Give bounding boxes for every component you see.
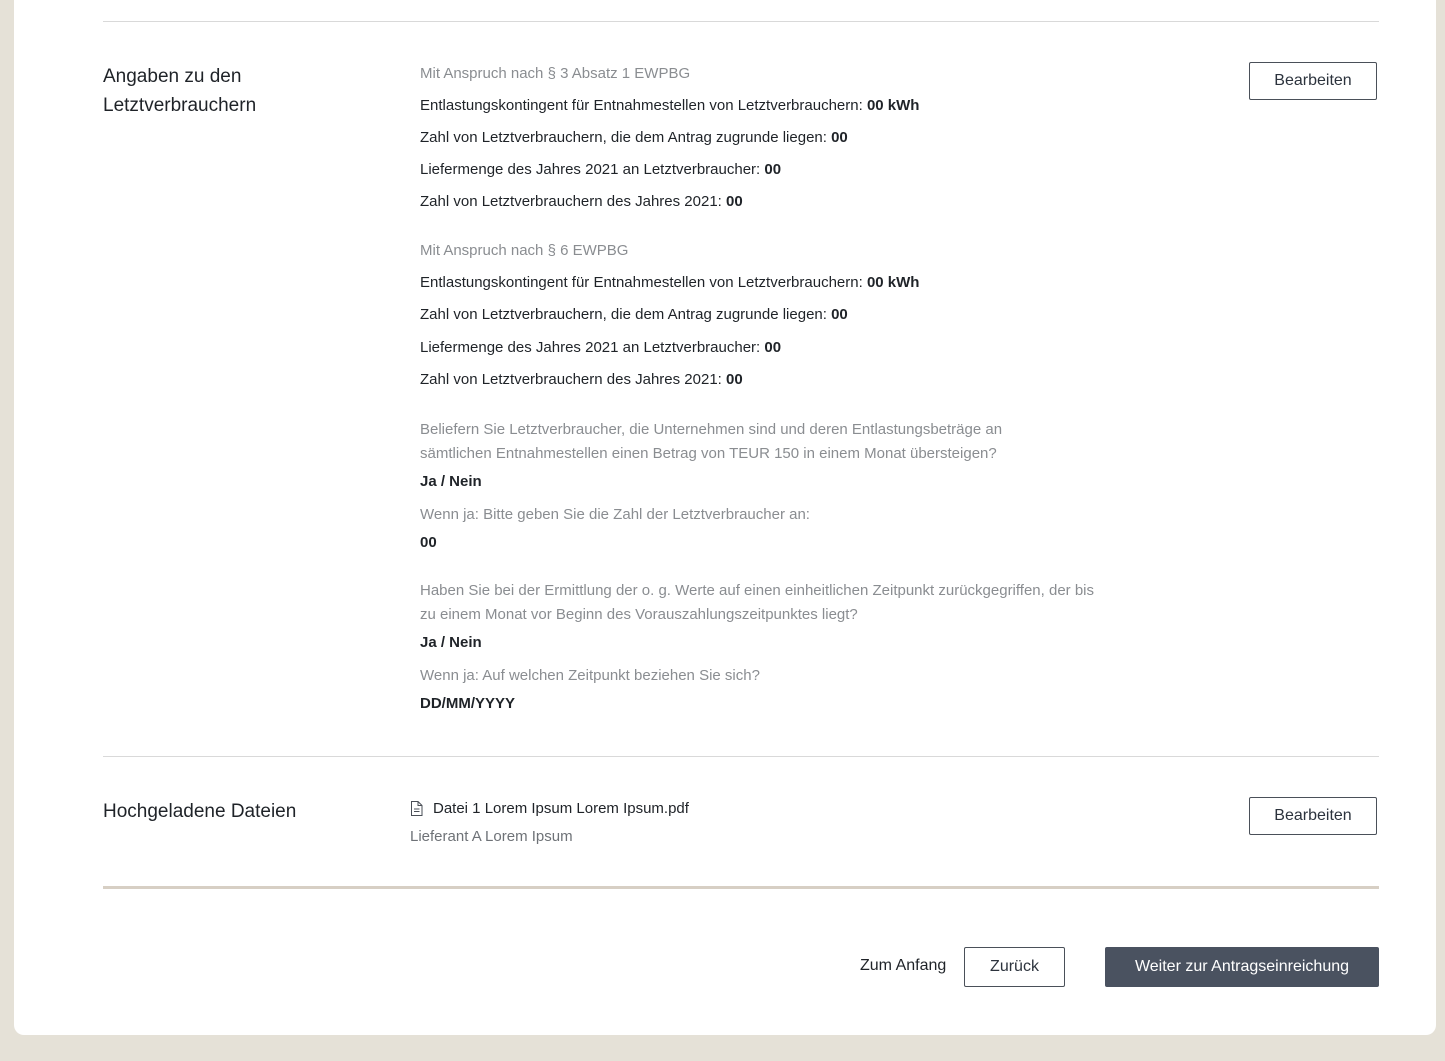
group1-row: Zahl von Letztverbrauchern des Jahres 20… [420,193,743,210]
section-title-line: Letztverbrauchern [103,95,257,116]
row-value: 00 kWh [866,274,920,291]
question1-followup-answer: 00 [420,534,437,551]
group2-row: Zahl von Letztverbrauchern, die dem Antr… [420,306,848,323]
edit-consumers-button[interactable]: Bearbeiten [1249,62,1377,100]
to-start-link[interactable]: Zum Anfang [860,957,946,975]
row-value: 00 [831,129,848,146]
group2-row: Liefermenge des Jahres 2021 an Letztverb… [420,339,781,356]
continue-to-submission-button[interactable]: Weiter zur Antragseinreichung [1105,947,1379,987]
section-title-line: Angaben zu den [103,66,242,87]
row-value: 00 kWh [866,97,920,114]
back-button[interactable]: Zurück [964,947,1065,987]
group2-row: Entlastungskontingent für Entnahmestelle… [420,274,919,291]
edit-files-button[interactable]: Bearbeiten [1249,797,1377,835]
group1-row: Zahl von Letztverbrauchern, die dem Antr… [420,129,848,146]
group2-row: Zahl von Letztverbrauchern des Jahres 20… [420,371,743,388]
row-label: Entlastungskontingent für Entnahmestelle… [420,97,867,114]
question2-text: Haben Sie bei der Ermittlung der o. g. W… [420,582,1094,623]
file-supplier: Lieferant A Lorem Ipsum [410,828,573,845]
row-value: 00 [764,339,782,356]
group1-row: Entlastungskontingent für Entnahmestelle… [420,97,919,114]
group1-row: Liefermenge des Jahres 2021 an Letztverb… [420,161,781,178]
section-title-consumers: Angaben zu den Letztverbrauchern [103,62,256,120]
uploaded-file-link[interactable]: Datei 1 Lorem Ipsum Lorem Ipsum.pdf [410,800,689,817]
question1-text: Beliefern Sie Letztverbraucher, die Unte… [420,421,1003,462]
row-label: Zahl von Letztverbrauchern des Jahres 20… [420,193,727,210]
group1-heading: Mit Anspruch nach § 3 Absatz 1 EWPBG [420,65,691,82]
question2-followup: Wenn ja: Auf welchen Zeitpunkt beziehen … [420,667,760,684]
section-divider-top [103,21,1379,22]
section-divider-bottom [103,886,1379,889]
question1-answer: Ja / Nein [420,473,482,490]
section-title-files: Hochgeladene Dateien [103,801,297,822]
row-label: Zahl von Letztverbrauchern, die dem Antr… [420,306,832,323]
row-label: Liefermenge des Jahres 2021 an Letztverb… [420,161,765,178]
question2-followup-answer: DD/MM/YYYY [420,695,516,712]
row-value: 00 [831,306,848,323]
row-value: 00 [726,193,743,210]
row-value: 00 [764,161,782,178]
row-value: 00 [726,371,743,388]
row-label: Entlastungskontingent für Entnahmestelle… [420,274,867,291]
document-icon [411,801,423,816]
section-divider [103,756,1379,757]
row-label: Liefermenge des Jahres 2021 an Letztverb… [420,339,765,356]
question1-followup: Wenn ja: Bitte geben Sie die Zahl der Le… [420,506,810,523]
row-label: Zahl von Letztverbrauchern, die dem Antr… [420,129,832,146]
group2-heading: Mit Anspruch nach § 6 EWPBG [420,242,629,259]
row-label: Zahl von Letztverbrauchern des Jahres 20… [420,371,727,388]
question2-answer: Ja / Nein [420,634,482,651]
file-name: Datei 1 Lorem Ipsum Lorem Ipsum.pdf [433,800,689,817]
